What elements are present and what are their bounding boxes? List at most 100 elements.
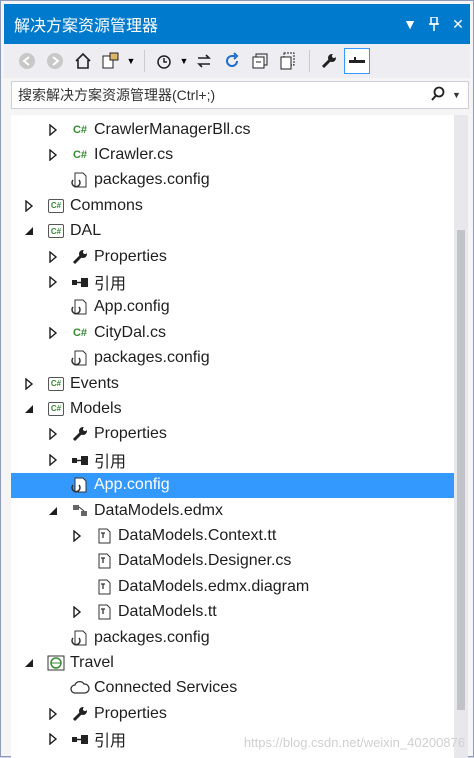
tree-item[interactable]: C# Models bbox=[11, 396, 455, 421]
expand-arrow-icon[interactable] bbox=[45, 452, 61, 468]
tree-item[interactable]: Travel bbox=[11, 650, 455, 675]
edmx-icon bbox=[69, 501, 91, 521]
expand-arrow-icon[interactable] bbox=[45, 122, 61, 138]
csharp-project-icon: C# bbox=[45, 374, 67, 394]
tree-item[interactable]: C# CityDal.cs bbox=[11, 320, 455, 345]
arrow-spacer bbox=[45, 630, 61, 646]
expand-arrow-icon[interactable] bbox=[69, 604, 85, 620]
tree-item[interactable]: Properties bbox=[11, 701, 455, 726]
tree-item[interactable]: DataModels.edmx bbox=[11, 498, 455, 523]
expand-arrow-icon[interactable] bbox=[45, 147, 61, 163]
toolbar-separator bbox=[309, 50, 310, 72]
collapse-arrow-icon[interactable] bbox=[21, 655, 37, 671]
panel-toolbar: ▼ ▼ bbox=[4, 44, 470, 78]
tree-item[interactable]: DataModels.Designer.cs bbox=[11, 549, 455, 574]
tree-item[interactable]: DataModels.tt bbox=[11, 600, 455, 625]
dropdown-arrow-icon[interactable]: ▼ bbox=[398, 12, 422, 36]
expand-arrow-icon[interactable] bbox=[45, 325, 61, 341]
collapse-arrow-icon[interactable] bbox=[21, 401, 37, 417]
expand-arrow-icon[interactable] bbox=[45, 426, 61, 442]
tree-item[interactable]: Connected Services bbox=[11, 676, 455, 701]
search-options-dropdown-icon[interactable]: ▼ bbox=[452, 90, 468, 100]
tree-item[interactable]: App.config bbox=[11, 295, 455, 320]
tree-item[interactable]: C# Commons bbox=[11, 193, 455, 218]
tree-item-label: CrawlerManagerBll.cs bbox=[94, 120, 251, 138]
panel-title: 解决方案资源管理器 bbox=[14, 18, 159, 35]
expand-arrow-icon[interactable] bbox=[21, 376, 37, 392]
tree-item[interactable]: Properties bbox=[11, 244, 455, 269]
close-icon[interactable]: ✕ bbox=[446, 12, 470, 36]
collapse-arrow-icon[interactable] bbox=[21, 223, 37, 239]
csharp-project-icon: C# bbox=[45, 399, 67, 419]
tree-item[interactable]: DataModels.Context.tt bbox=[11, 523, 455, 548]
tt-file-icon bbox=[93, 551, 115, 571]
search-box[interactable]: 搜索解决方案资源管理器(Ctrl+;) ▼ bbox=[11, 81, 469, 109]
show-all-files-icon[interactable] bbox=[275, 48, 301, 74]
tree-item[interactable]: C# ICrawler.cs bbox=[11, 142, 455, 167]
expand-arrow-icon[interactable] bbox=[69, 528, 85, 544]
preview-selected-items-icon[interactable] bbox=[344, 48, 370, 74]
tree-item-label: packages.config bbox=[94, 349, 210, 367]
wrench-icon bbox=[69, 247, 91, 267]
switch-views-icon[interactable] bbox=[98, 48, 124, 74]
tree-item-label: Events bbox=[70, 374, 119, 392]
expand-arrow-icon[interactable] bbox=[45, 731, 61, 747]
tree-item[interactable]: 引用 bbox=[11, 269, 455, 294]
csharp-project-icon: C# bbox=[45, 221, 67, 241]
forward-icon[interactable] bbox=[42, 48, 68, 74]
config-file-icon bbox=[69, 297, 91, 317]
tree-item[interactable]: packages.config bbox=[11, 625, 455, 650]
tt-file-icon bbox=[93, 602, 115, 622]
csharp-file-icon: C# bbox=[72, 123, 88, 136]
tree-item-label: Models bbox=[70, 399, 122, 417]
tree-item-label: DataModels.tt bbox=[118, 603, 217, 621]
config-file-icon bbox=[69, 475, 91, 495]
tree-item-label: 引用 bbox=[94, 275, 127, 293]
tree-item-label: Connected Services bbox=[94, 679, 238, 697]
tree-item[interactable]: Properties bbox=[11, 422, 455, 447]
tree-item[interactable]: DataModels.edmx.diagram bbox=[11, 574, 455, 599]
tree-item[interactable]: 引用 bbox=[11, 447, 455, 472]
tree-item[interactable]: C# Events bbox=[11, 371, 455, 396]
search-icon[interactable] bbox=[430, 86, 452, 105]
tt-file-icon bbox=[93, 526, 115, 546]
tree-item[interactable]: packages.config bbox=[11, 168, 455, 193]
tree-item[interactable]: C# DAL bbox=[11, 219, 455, 244]
collapse-all-icon[interactable] bbox=[247, 48, 273, 74]
filter-dropdown-icon[interactable]: ▼ bbox=[179, 48, 189, 74]
scrollbar-thumb[interactable] bbox=[457, 230, 465, 710]
vertical-scrollbar[interactable] bbox=[454, 115, 468, 758]
solution-explorer-panel: 解决方案资源管理器 ▼ ✕ ▼ ▼ 搜索解决方案资源管理器(Ctrl+;) ▼ … bbox=[0, 0, 474, 758]
home-icon[interactable] bbox=[70, 48, 96, 74]
tree-item-label: Properties bbox=[94, 425, 167, 443]
sync-icon[interactable] bbox=[191, 48, 217, 74]
panel-titlebar: 解决方案资源管理器 ▼ ✕ bbox=[4, 4, 470, 44]
properties-wrench-icon[interactable] bbox=[316, 48, 342, 74]
pin-icon[interactable] bbox=[422, 12, 446, 36]
tree-item-label: App.config bbox=[94, 298, 170, 316]
expand-arrow-icon[interactable] bbox=[21, 198, 37, 214]
arrow-spacer bbox=[45, 680, 61, 696]
web-project-icon bbox=[45, 653, 67, 673]
pending-changes-filter-icon[interactable] bbox=[151, 48, 177, 74]
arrow-spacer bbox=[45, 477, 61, 493]
tree-item-label: Properties bbox=[94, 247, 167, 265]
search-input[interactable]: 搜索解决方案资源管理器(Ctrl+;) bbox=[18, 85, 430, 105]
wrench-icon bbox=[69, 424, 91, 444]
tree-item[interactable]: App.config bbox=[11, 472, 455, 498]
tree-item[interactable]: packages.config bbox=[11, 346, 455, 371]
expand-arrow-icon[interactable] bbox=[45, 249, 61, 265]
tree-item-label: packages.config bbox=[94, 171, 210, 189]
tree-item-label: Commons bbox=[70, 196, 143, 214]
tree-item-label: packages.config bbox=[94, 628, 210, 646]
tree-item-label: CityDal.cs bbox=[94, 323, 167, 341]
collapse-arrow-icon[interactable] bbox=[45, 503, 61, 519]
tree-item-label: DataModels.edmx bbox=[94, 501, 223, 519]
solution-tree: C# CrawlerManagerBll.cs C# ICrawler.cs packa… bbox=[11, 115, 455, 758]
switch-views-dropdown-icon[interactable]: ▼ bbox=[126, 48, 136, 74]
back-icon[interactable] bbox=[14, 48, 40, 74]
expand-arrow-icon[interactable] bbox=[45, 274, 61, 290]
refresh-icon[interactable] bbox=[219, 48, 245, 74]
expand-arrow-icon[interactable] bbox=[45, 706, 61, 722]
tree-item[interactable]: C# CrawlerManagerBll.cs bbox=[11, 117, 455, 142]
